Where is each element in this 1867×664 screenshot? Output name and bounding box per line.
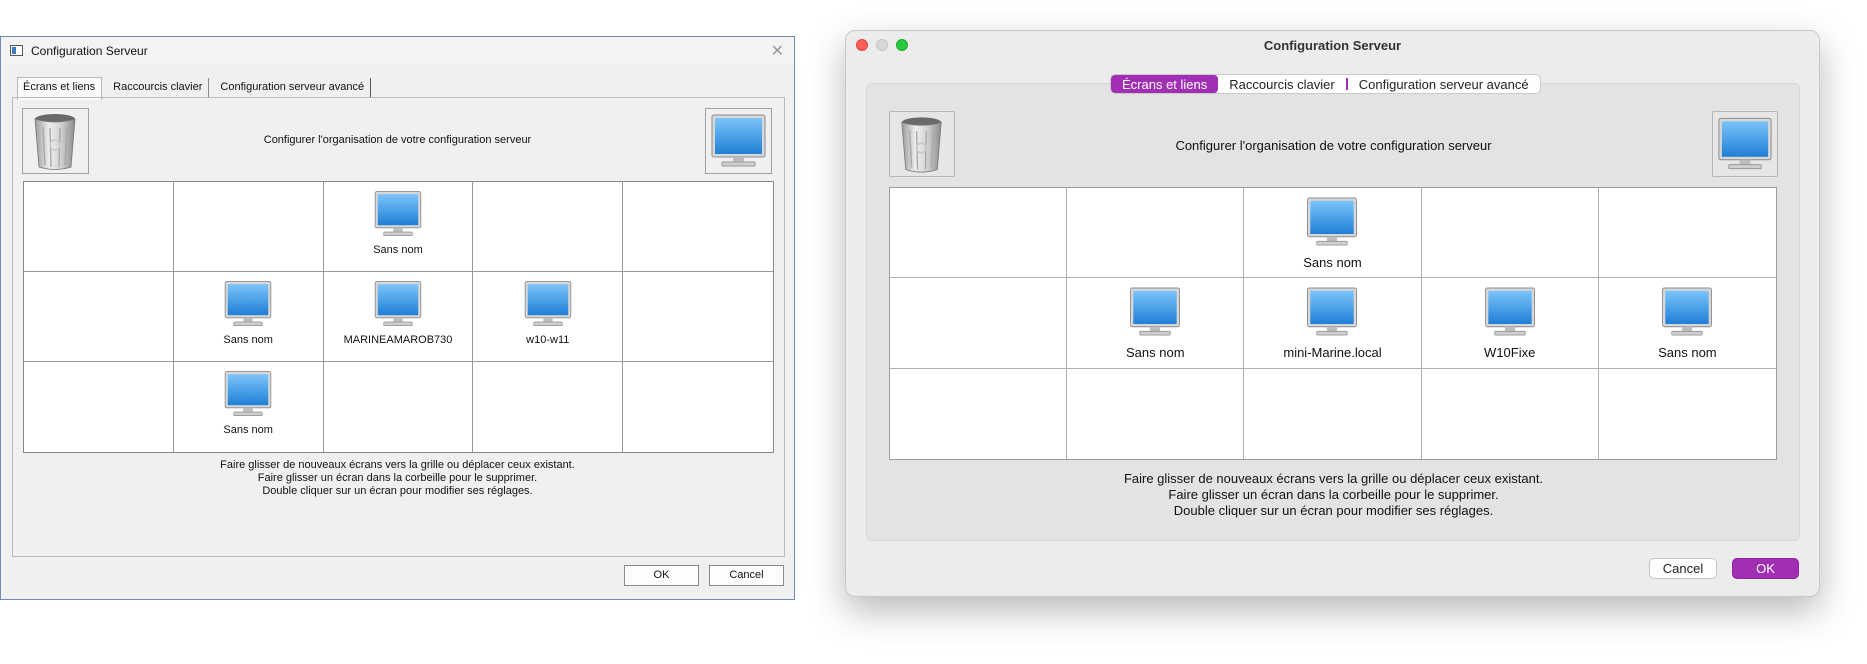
monitor-icon	[1130, 287, 1181, 336]
screen-label: w10-w11	[526, 334, 570, 346]
screen-label: Sans nom	[223, 334, 273, 346]
grid-cell[interactable]: W10Fixe	[1421, 278, 1599, 369]
cancel-button[interactable]: Cancel	[709, 565, 784, 586]
instruction-text: Configurer l'organisation de votre confi…	[1175, 138, 1492, 153]
instruction-text: Configurer l'organisation de votre confi…	[263, 134, 532, 146]
grid-cell[interactable]	[623, 182, 773, 272]
tab-ecrans-et-liens[interactable]: Écrans et liens	[1111, 75, 1219, 93]
windows-titlebar: Configuration Serveur ✕	[1, 37, 794, 65]
screen-label: MARINEAMAROB730	[343, 334, 453, 346]
grid-cell[interactable]	[890, 368, 1068, 459]
monitor-icon	[374, 191, 422, 236]
grid-cell[interactable]	[173, 182, 324, 272]
screen-label: Sans nom	[373, 244, 423, 256]
close-icon[interactable]: ✕	[771, 41, 784, 61]
grid-cell[interactable]	[623, 272, 773, 362]
grid-cell[interactable]	[1067, 368, 1245, 459]
screen-label: Sans nom	[1126, 345, 1185, 361]
help-line: Faire glisser de nouveaux écrans vers la…	[1123, 471, 1544, 486]
mac-screen-grid[interactable]: Sans nom Sans nom mini-Marine.local W10Fixe…	[889, 187, 1777, 460]
monitor-icon	[224, 281, 272, 326]
screen-label: mini-Marine.local	[1283, 345, 1382, 361]
new-screen-button[interactable]	[1712, 111, 1778, 177]
grid-cell[interactable]	[1067, 188, 1245, 279]
grid-cell[interactable]	[24, 272, 174, 362]
grid-cell[interactable]	[890, 278, 1068, 369]
grid-cell[interactable]: MARINEAMAROB730	[323, 272, 474, 362]
tab-configuration-serveur-avance[interactable]: Configuration serveur avancé	[1348, 75, 1540, 93]
grid-cell[interactable]	[1422, 368, 1599, 459]
grid-cell[interactable]	[1599, 369, 1776, 459]
grid-cell[interactable]: Sans nom	[1244, 188, 1422, 279]
grid-cell[interactable]: Sans nom	[1598, 278, 1776, 369]
app-icon	[10, 45, 23, 56]
tab-configuration-serveur-avance[interactable]: Configuration serveur avancé	[209, 78, 372, 98]
grid-cell[interactable]	[24, 362, 174, 452]
screen-item[interactable]: mini-Marine.local	[1244, 282, 1420, 360]
monitor-icon	[711, 114, 766, 167]
screen-item[interactable]: Sans nom	[1244, 192, 1420, 270]
screen-item[interactable]: Sans nom	[324, 186, 473, 256]
help-line: Double cliquer sur un écran pour modifie…	[1173, 503, 1494, 518]
monitor-icon	[224, 371, 272, 416]
window-title: Configuration Serveur	[31, 44, 148, 58]
monitor-icon	[524, 281, 572, 326]
grid-cell[interactable]: Sans nom	[323, 182, 474, 272]
screen-item[interactable]: W10Fixe	[1422, 282, 1598, 360]
help-line: Double cliquer sur un écran pour modifie…	[262, 485, 533, 497]
window-title: Configuration Serveur	[1263, 38, 1402, 53]
monitor-icon	[1307, 287, 1358, 336]
trash-button[interactable]	[889, 111, 955, 177]
monitor-icon	[1662, 287, 1713, 336]
screen-label: W10Fixe	[1484, 345, 1536, 361]
screen-item[interactable]: Sans nom	[1067, 282, 1243, 360]
grid-cell[interactable]: mini-Marine.local	[1244, 278, 1422, 369]
grid-cell[interactable]	[623, 362, 773, 452]
help-text: Faire glisser de nouveaux écrans vers la…	[956, 471, 1711, 519]
ok-button[interactable]: OK	[1732, 558, 1799, 579]
new-screen-button[interactable]	[705, 108, 772, 174]
monitor-icon	[1484, 287, 1535, 336]
help-line: Faire glisser de nouveaux écrans vers la…	[220, 459, 575, 471]
grid-cell[interactable]	[324, 362, 474, 452]
tab-raccourcis-clavier[interactable]: Raccourcis clavier	[1218, 75, 1345, 93]
grid-cell[interactable]: Sans nom	[1067, 278, 1245, 369]
trash-icon	[34, 114, 76, 170]
grid-cell[interactable]: Sans nom	[174, 362, 324, 452]
monitor-icon	[1307, 197, 1358, 246]
screen-label: Sans nom	[223, 424, 273, 436]
help-line: Faire glisser un écran dans la corbeille…	[1168, 487, 1499, 502]
screen-item[interactable]: MARINEAMAROB730	[324, 276, 473, 346]
grid-cell[interactable]: w10-w11	[473, 272, 624, 362]
mac-dialog: Configuration Serveur Écrans et liens Ra…	[845, 30, 1820, 597]
tab-raccourcis-clavier[interactable]: Raccourcis clavier	[102, 78, 210, 98]
mac-tabbar: Écrans et liens Raccourcis clavier Confi…	[1110, 74, 1541, 94]
grid-cell[interactable]	[1244, 368, 1422, 459]
help-text: Faire glisser de nouveaux écrans vers la…	[90, 459, 705, 498]
grid-cell[interactable]	[890, 188, 1068, 279]
cancel-button[interactable]: Cancel	[1649, 558, 1717, 579]
mac-titlebar: Configuration Serveur	[846, 31, 1819, 59]
trash-icon	[901, 117, 942, 173]
grid-cell[interactable]	[1598, 188, 1776, 279]
screen-item[interactable]: Sans nom	[1599, 282, 1776, 360]
ok-button[interactable]: OK	[624, 565, 699, 586]
screen-item[interactable]: Sans nom	[174, 366, 323, 436]
help-line: Faire glisser un écran dans la corbeille…	[257, 472, 538, 484]
monitor-icon	[1718, 117, 1772, 170]
monitor-icon	[374, 281, 422, 326]
grid-cell[interactable]	[1421, 188, 1599, 279]
trash-button[interactable]	[22, 108, 89, 174]
grid-cell[interactable]	[24, 182, 174, 272]
windows-screen-grid[interactable]: Sans nom Sans nom MARINEAMAROB730 w10-w11 Sa…	[23, 181, 774, 453]
grid-cell[interactable]: Sans nom	[173, 272, 324, 362]
screen-item[interactable]: Sans nom	[174, 276, 323, 346]
grid-cell[interactable]	[473, 362, 624, 452]
screen-item[interactable]: w10-w11	[473, 276, 622, 346]
windows-tabbar: Écrans et liens Raccourcis clavier Confi…	[17, 77, 372, 100]
screen-label: Sans nom	[1303, 255, 1362, 270]
grid-cell[interactable]	[473, 182, 624, 272]
screen-label: Sans nom	[1658, 345, 1717, 361]
